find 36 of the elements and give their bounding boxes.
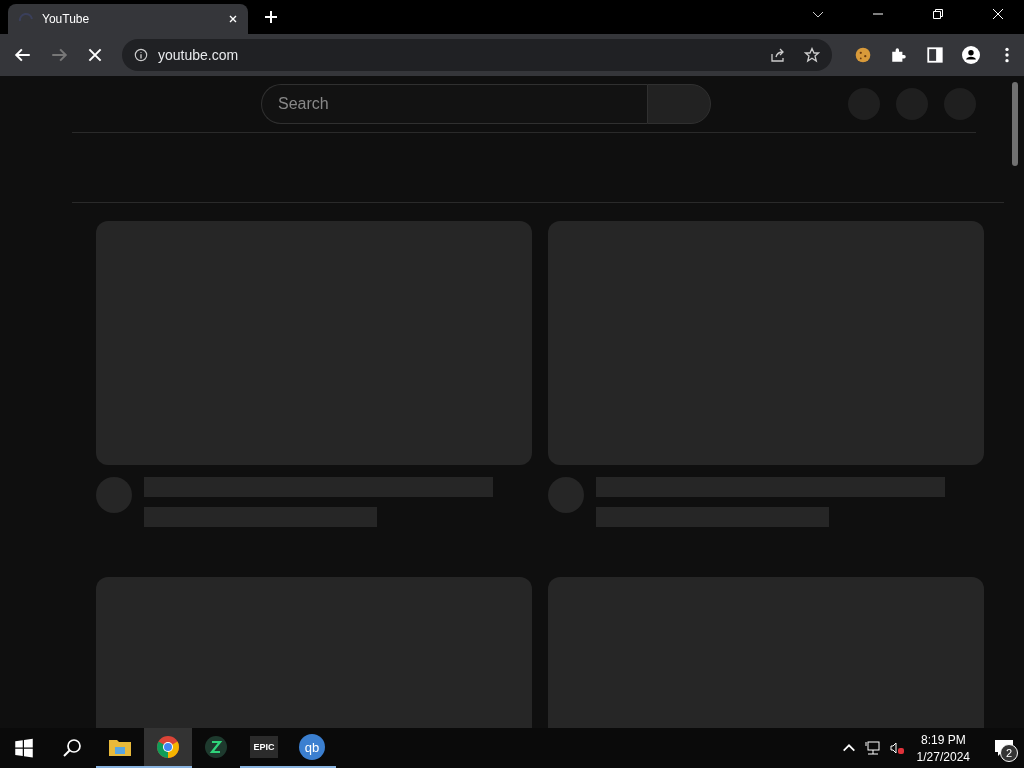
stop-icon[interactable] [86, 46, 104, 64]
scrollbar-thumb[interactable] [1012, 82, 1018, 166]
star-icon[interactable] [804, 47, 820, 63]
cookie-icon[interactable] [854, 46, 872, 64]
date-text: 1/27/2024 [916, 749, 970, 764]
search-field[interactable]: Search [261, 84, 647, 124]
new-tab-icon[interactable] [264, 10, 278, 24]
taskbar-app[interactable]: EPIC [240, 728, 288, 768]
taskbar-app[interactable]: qb [288, 728, 336, 768]
qb-logo: qb [299, 734, 325, 760]
taskbar-app[interactable] [144, 728, 192, 768]
time-text: 8:19 PM [920, 732, 966, 747]
url-text: youtube.com [158, 47, 239, 63]
address-bar[interactable]: youtube.com [122, 39, 832, 71]
s-logo-icon [204, 735, 228, 759]
back-arrow-icon[interactable] [14, 46, 32, 64]
close-icon[interactable] [992, 8, 1004, 20]
restore-icon[interactable] [932, 8, 944, 20]
tab-title: YouTube [42, 12, 91, 26]
side-panel-icon[interactable] [926, 46, 944, 64]
search-icon[interactable] [62, 738, 82, 758]
network-icon[interactable] [864, 740, 881, 756]
avatar-placeholder [96, 477, 132, 513]
chrome-icon [156, 735, 180, 759]
profile-icon[interactable] [962, 46, 980, 64]
epic-logo: EPIC [250, 736, 278, 758]
notification-count: 2 [1000, 744, 1018, 762]
muted-speaker-icon[interactable] [888, 740, 905, 756]
info-icon[interactable] [134, 48, 148, 62]
puzzle-icon[interactable] [890, 46, 908, 64]
windows-icon[interactable] [14, 738, 34, 758]
forward-arrow-icon[interactable] [50, 46, 68, 64]
share-icon[interactable] [770, 47, 786, 63]
close-tab-icon[interactable] [228, 14, 238, 24]
avatar-placeholder [548, 477, 584, 513]
browser-tab[interactable]: YouTube [8, 4, 248, 34]
